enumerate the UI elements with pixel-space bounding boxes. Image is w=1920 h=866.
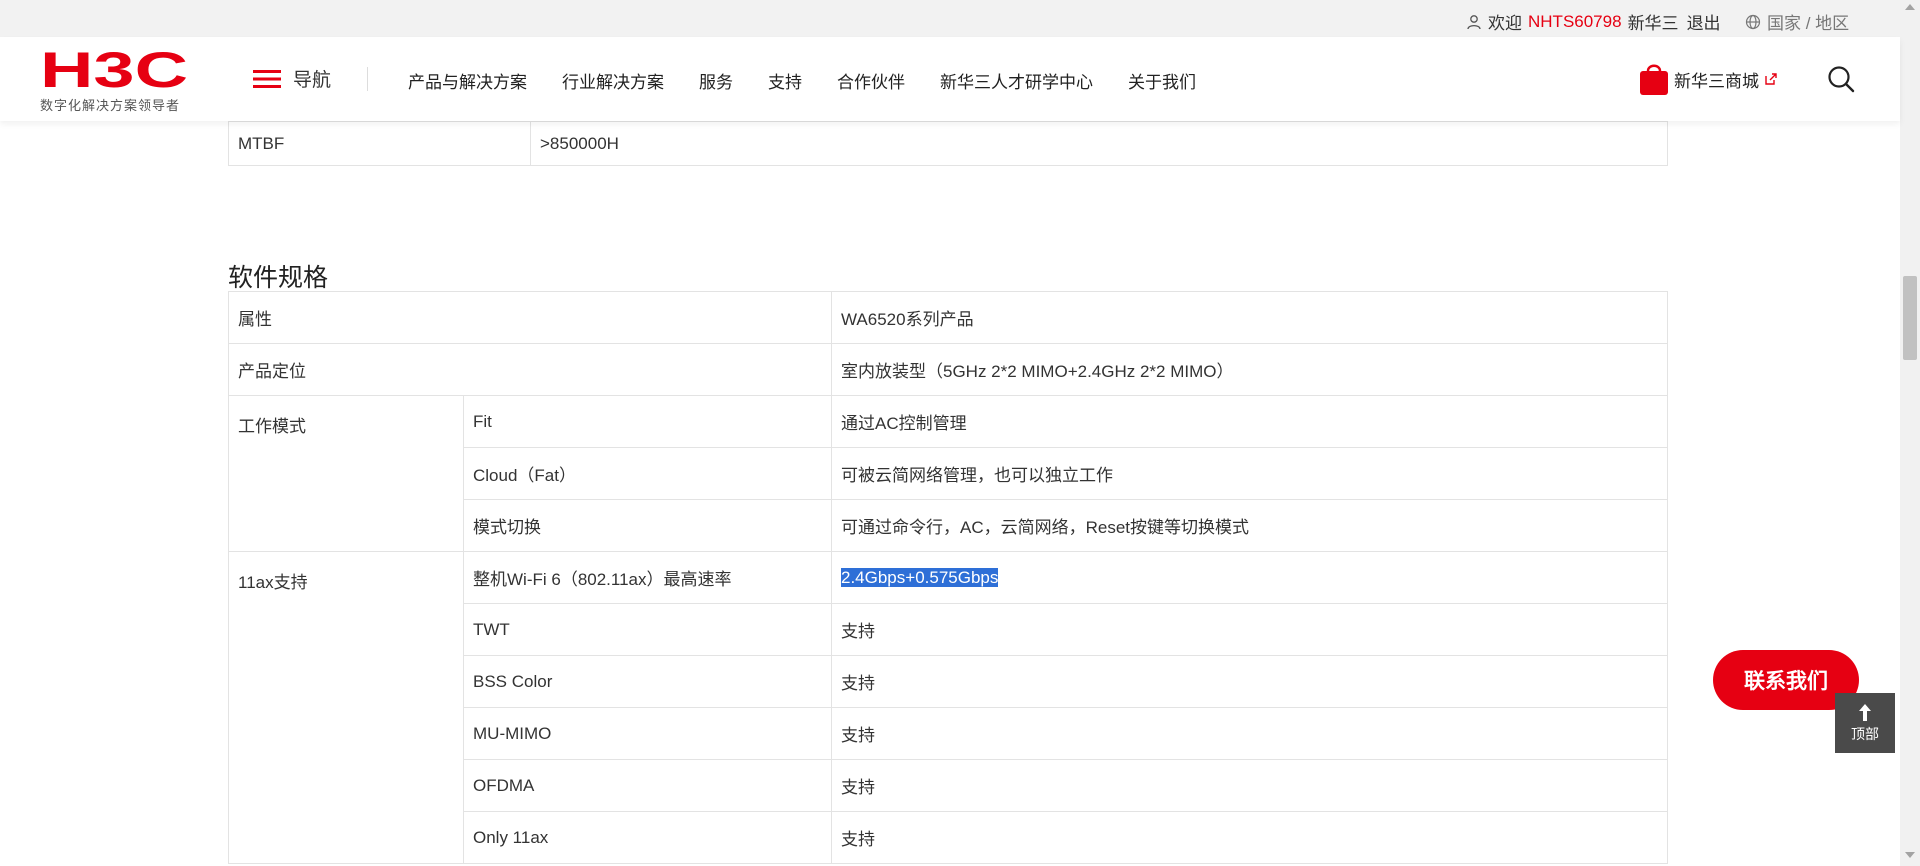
- hardware-spec-tail: MTBF >850000H: [228, 121, 1668, 166]
- hardware-spec-table: MTBF >850000H: [228, 121, 1668, 166]
- table-row: 工作模式 Fit 通过AC控制管理: [228, 395, 1668, 552]
- main-header: H3C 数字化解决方案领导者 导航 产品与解决方案 行业解决方案 服务 支持 合…: [0, 37, 1900, 121]
- page-scrollbar[interactable]: [1900, 0, 1920, 866]
- software-spec-table: 属性 WA6520系列产品 产品定位 室内放装型（5GHz 2*2 MIMO+2…: [228, 291, 1668, 864]
- search-icon[interactable]: [1826, 64, 1856, 94]
- nav-label: 导航: [293, 70, 332, 91]
- attr-value: WA6520系列产品: [831, 291, 1668, 344]
- mode-switch-label: 模式切换: [463, 499, 832, 552]
- region-selector[interactable]: 国家 / 地区: [1745, 9, 1849, 34]
- twt-value: 支持: [831, 603, 1668, 656]
- bss-color-value: 支持: [831, 655, 1668, 708]
- fit-value: 通过AC控制管理: [831, 395, 1668, 448]
- bss-color-label: BSS Color: [463, 655, 832, 708]
- menu-item-talent-center[interactable]: 新华三人才研学中心: [940, 68, 1093, 93]
- top-utility-bar: 欢迎 NHTS60798 新华三 退出 国家 / 地区: [0, 0, 1900, 37]
- mode-switch-value: 可通过命令行，AC，云简网络，Reset按键等切换模式: [831, 499, 1668, 552]
- position-value: 室内放装型（5GHz 2*2 MIMO+2.4GHz 2*2 MIMO）: [831, 343, 1668, 396]
- globe-icon: [1745, 14, 1761, 29]
- mall-link[interactable]: 新华三商城: [1638, 61, 1777, 97]
- table-row: 属性 WA6520系列产品: [228, 291, 1668, 344]
- region-label: 国家 / 地区: [1767, 14, 1850, 33]
- external-link-icon: [1765, 73, 1777, 85]
- twt-label: TWT: [463, 603, 832, 656]
- fit-label: Fit: [463, 395, 832, 448]
- main-menu: 产品与解决方案 行业解决方案 服务 支持 合作伙伴 新华三人才研学中心 关于我们: [408, 68, 1231, 93]
- menu-item-products[interactable]: 产品与解决方案: [408, 68, 527, 93]
- menu-item-services[interactable]: 服务: [699, 68, 733, 93]
- scroll-thumb[interactable]: [1903, 276, 1917, 360]
- shopping-bag-icon: [1640, 64, 1668, 95]
- only-11ax-label: Only 11ax: [463, 811, 832, 864]
- user-icon: [1467, 14, 1481, 29]
- logo-mark: H3C: [40, 47, 188, 93]
- ax-support-label: 11ax支持: [228, 551, 464, 864]
- attr-label: 属性: [228, 291, 832, 344]
- nav-divider: [367, 67, 368, 91]
- menu-item-about[interactable]: 关于我们: [1128, 68, 1196, 93]
- work-mode-label: 工作模式: [228, 395, 464, 552]
- position-label: 产品定位: [228, 343, 832, 396]
- table-row: MTBF >850000H: [228, 121, 1668, 166]
- table-row: 产品定位 室内放装型（5GHz 2*2 MIMO+2.4GHz 2*2 MIMO…: [228, 343, 1668, 396]
- max-rate-label: 整机Wi-Fi 6（802.11ax）最高速率: [463, 551, 832, 604]
- username-link[interactable]: NHTS60798: [1528, 12, 1622, 32]
- cloud-label: Cloud（Fat）: [463, 447, 832, 500]
- back-to-top-button[interactable]: 顶部: [1835, 693, 1895, 753]
- ofdma-value: 支持: [831, 759, 1668, 812]
- logo-tagline: 数字化解决方案领导者: [40, 98, 181, 113]
- h3c-logo[interactable]: H3C 数字化解决方案领导者: [40, 47, 190, 114]
- mtbf-value: >850000H: [530, 121, 1668, 166]
- only-11ax-value: 支持: [831, 811, 1668, 864]
- max-rate-value-cell: 2.4Gbps+0.575Gbps: [831, 551, 1668, 604]
- mall-label: 新华三商城: [1674, 71, 1759, 91]
- mu-mimo-value: 支持: [831, 707, 1668, 760]
- company-text: 新华三: [1627, 14, 1679, 33]
- menu-item-industry[interactable]: 行业解决方案: [562, 68, 664, 93]
- ofdma-label: OFDMA: [463, 759, 832, 812]
- mu-mimo-label: MU-MIMO: [463, 707, 832, 760]
- scroll-down-icon[interactable]: [1905, 852, 1915, 858]
- back-to-top-label: 顶部: [1851, 726, 1879, 742]
- welcome-text: 欢迎: [1488, 14, 1522, 33]
- table-row: 11ax支持 整机Wi-Fi 6（802.11ax）最高速率 2.4Gbps+0…: [228, 551, 1668, 864]
- menu-item-support[interactable]: 支持: [768, 68, 802, 93]
- scroll-up-icon[interactable]: [1905, 4, 1915, 10]
- hamburger-icon: [253, 69, 281, 88]
- logo-text: H3C: [40, 47, 188, 93]
- cloud-value: 可被云简网络管理，也可以独立工作: [831, 447, 1668, 500]
- logout-link[interactable]: 退出: [1687, 9, 1721, 34]
- mtbf-label: MTBF: [228, 121, 531, 166]
- software-spec-title: 软件规格: [228, 264, 329, 292]
- max-rate-value-selected[interactable]: 2.4Gbps+0.575Gbps: [841, 567, 999, 587]
- up-arrow-icon: [1859, 704, 1871, 721]
- menu-item-partners[interactable]: 合作伙伴: [837, 68, 905, 93]
- nav-toggle-button[interactable]: 导航: [253, 65, 331, 92]
- user-area: 欢迎 NHTS60798 新华三 退出: [1466, 9, 1721, 34]
